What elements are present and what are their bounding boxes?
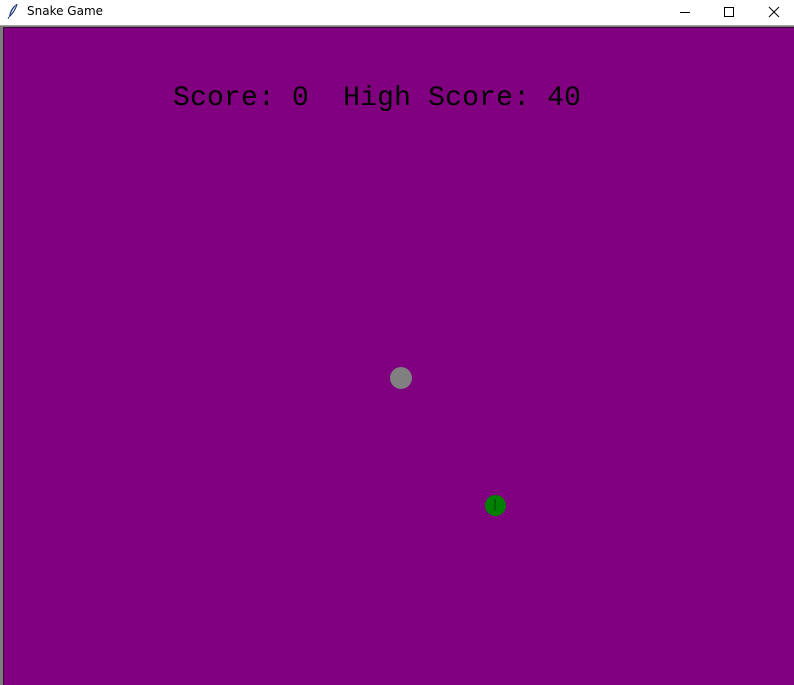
feather-icon (7, 3, 19, 19)
snake-head-mark (494, 499, 496, 511)
minimize-icon (679, 3, 691, 22)
snake-head (485, 495, 506, 516)
score-value: 0 (292, 83, 310, 114)
minimize-button[interactable] (662, 0, 708, 25)
maximize-icon (723, 3, 735, 22)
high-score-value: 40 (547, 83, 582, 114)
high-score-label: High Score: (343, 83, 531, 114)
food-dot (390, 367, 412, 389)
maximize-button[interactable] (706, 0, 752, 25)
score-label: Score: (173, 83, 276, 114)
title-bar[interactable]: Snake Game (0, 0, 794, 25)
game-canvas[interactable] (3, 27, 794, 685)
score-display: Score: 0 High Score: 40 (173, 83, 581, 115)
window-title: Snake Game (27, 4, 104, 18)
close-button[interactable] (751, 0, 794, 25)
app-window: Snake Game Score: 0 High Score: 40 (0, 0, 794, 685)
close-icon (768, 3, 780, 22)
